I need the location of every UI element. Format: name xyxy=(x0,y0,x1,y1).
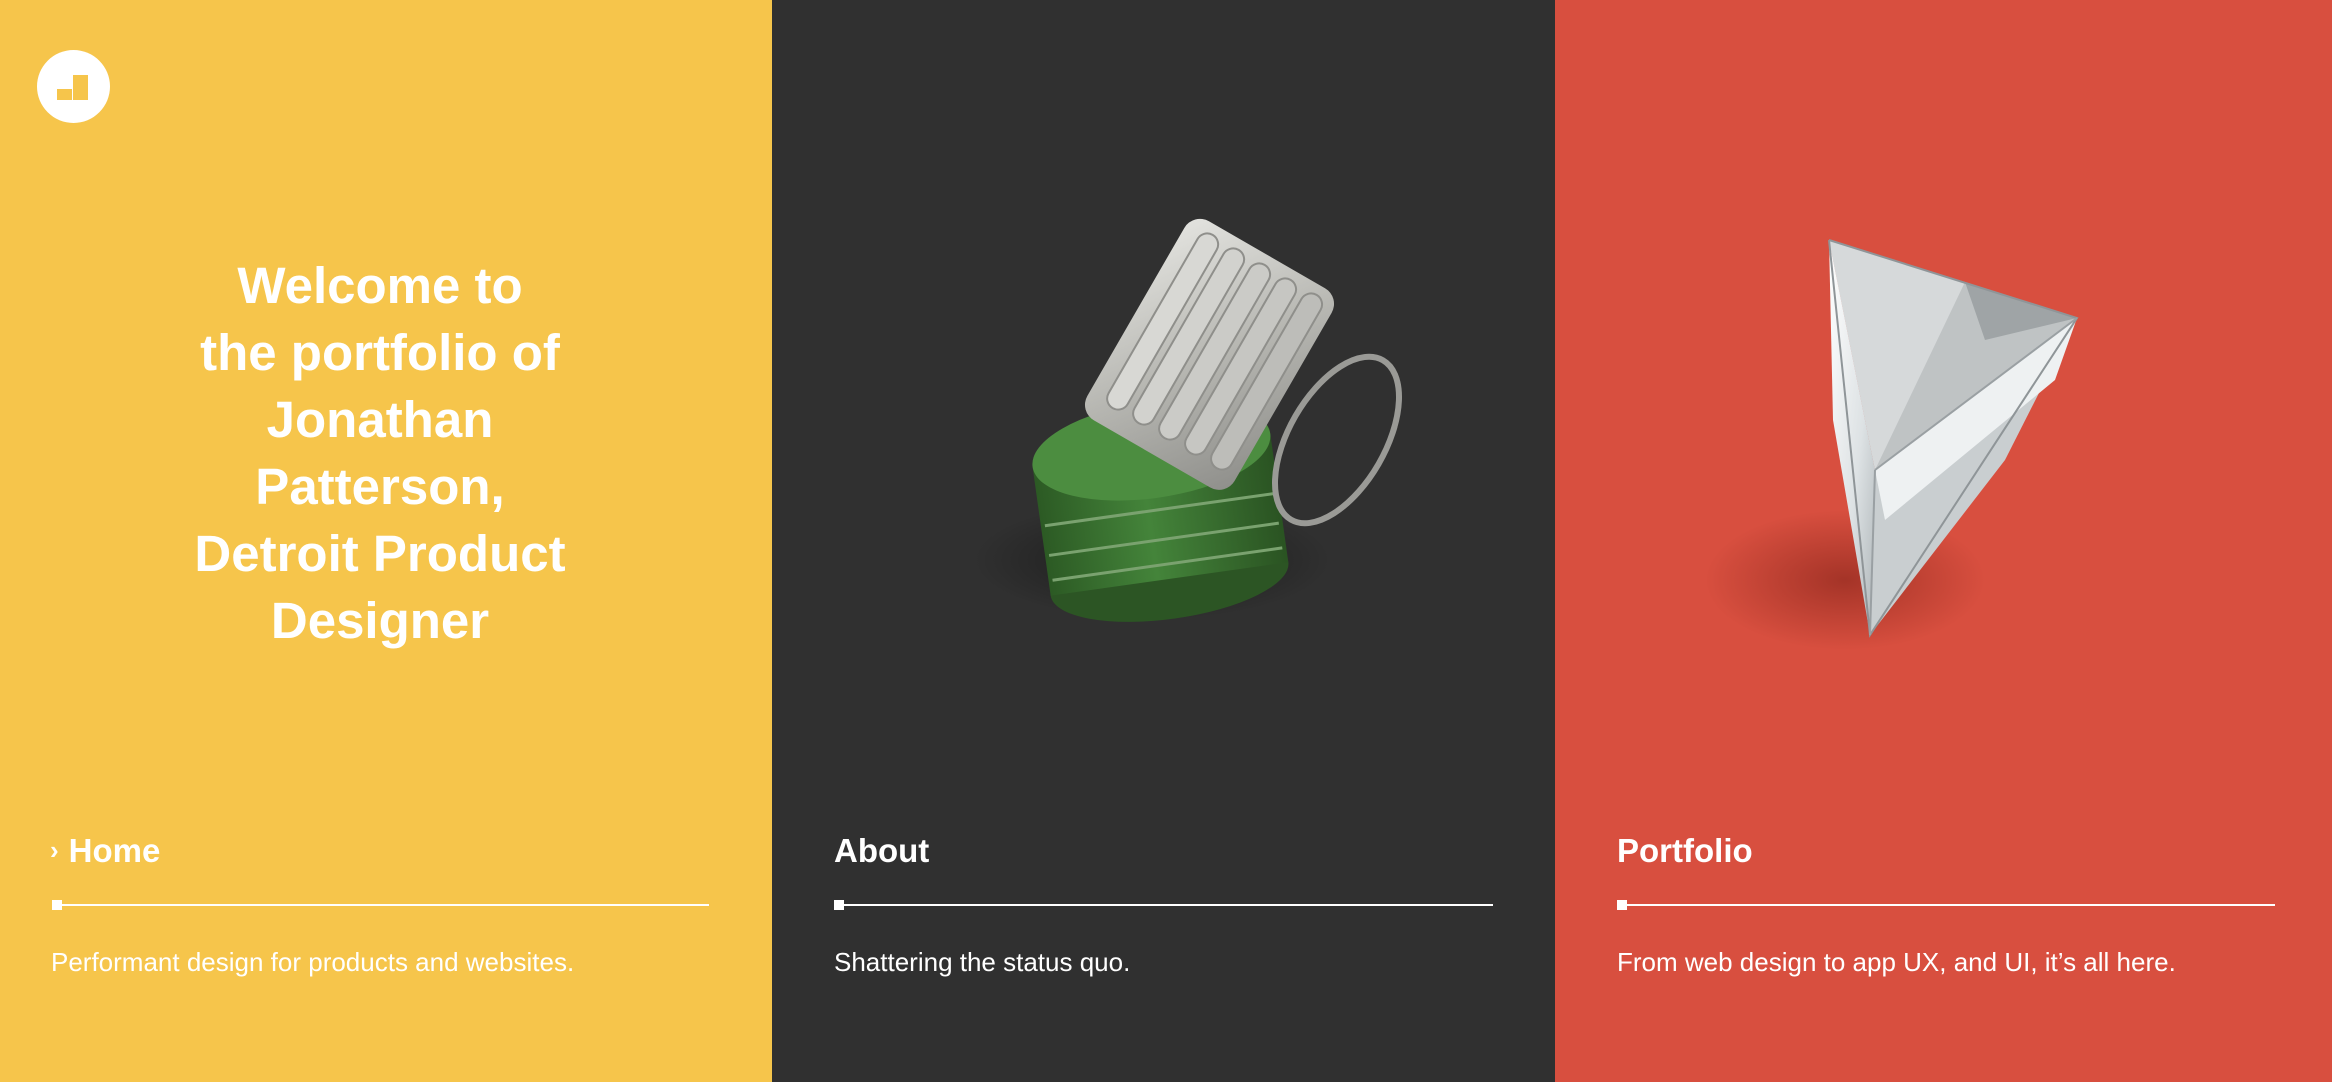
panel-about[interactable]: About Shattering the status quo. xyxy=(772,0,1555,1082)
hero-line: Designer xyxy=(270,592,490,649)
prism-icon xyxy=(1705,239,2079,650)
nav-divider-line xyxy=(1617,904,2275,906)
hero-line: Patterson, xyxy=(255,458,505,515)
nav-description: Shattering the status quo. xyxy=(834,947,1131,977)
nav-link-portfolio[interactable]: Portfolio xyxy=(1617,827,1753,875)
nav-divider-line xyxy=(834,904,1493,906)
logo-mark-icon[interactable] xyxy=(37,50,110,123)
hero-heading: Welcome to the portfolio of Jonathan Pat… xyxy=(100,252,660,654)
nav-label: Home xyxy=(68,832,161,869)
grenade-icon xyxy=(972,218,1402,622)
panel-portfolio[interactable]: Portfolio From web design to app UX, and… xyxy=(1555,0,2332,1082)
nav-label: Portfolio xyxy=(1617,832,1753,869)
nav-label: About xyxy=(834,832,930,869)
chevron-right-icon: › xyxy=(50,835,59,865)
nav-link-home[interactable]: › Home xyxy=(50,827,160,877)
panel-home[interactable]: Welcome to the portfolio of Jonathan Pat… xyxy=(0,0,772,1082)
nav-divider-line xyxy=(52,904,709,906)
hero-line: the portfolio of xyxy=(200,324,560,381)
nav-description: Performant design for products and websi… xyxy=(51,947,575,977)
nav-description: From web design to app UX, and UI, it’s … xyxy=(1617,947,2176,977)
hero-line: Detroit Product xyxy=(194,525,566,582)
hero-line: Welcome to xyxy=(237,257,523,314)
hero-line: Jonathan xyxy=(266,391,494,448)
nav-link-about[interactable]: About xyxy=(834,827,929,875)
